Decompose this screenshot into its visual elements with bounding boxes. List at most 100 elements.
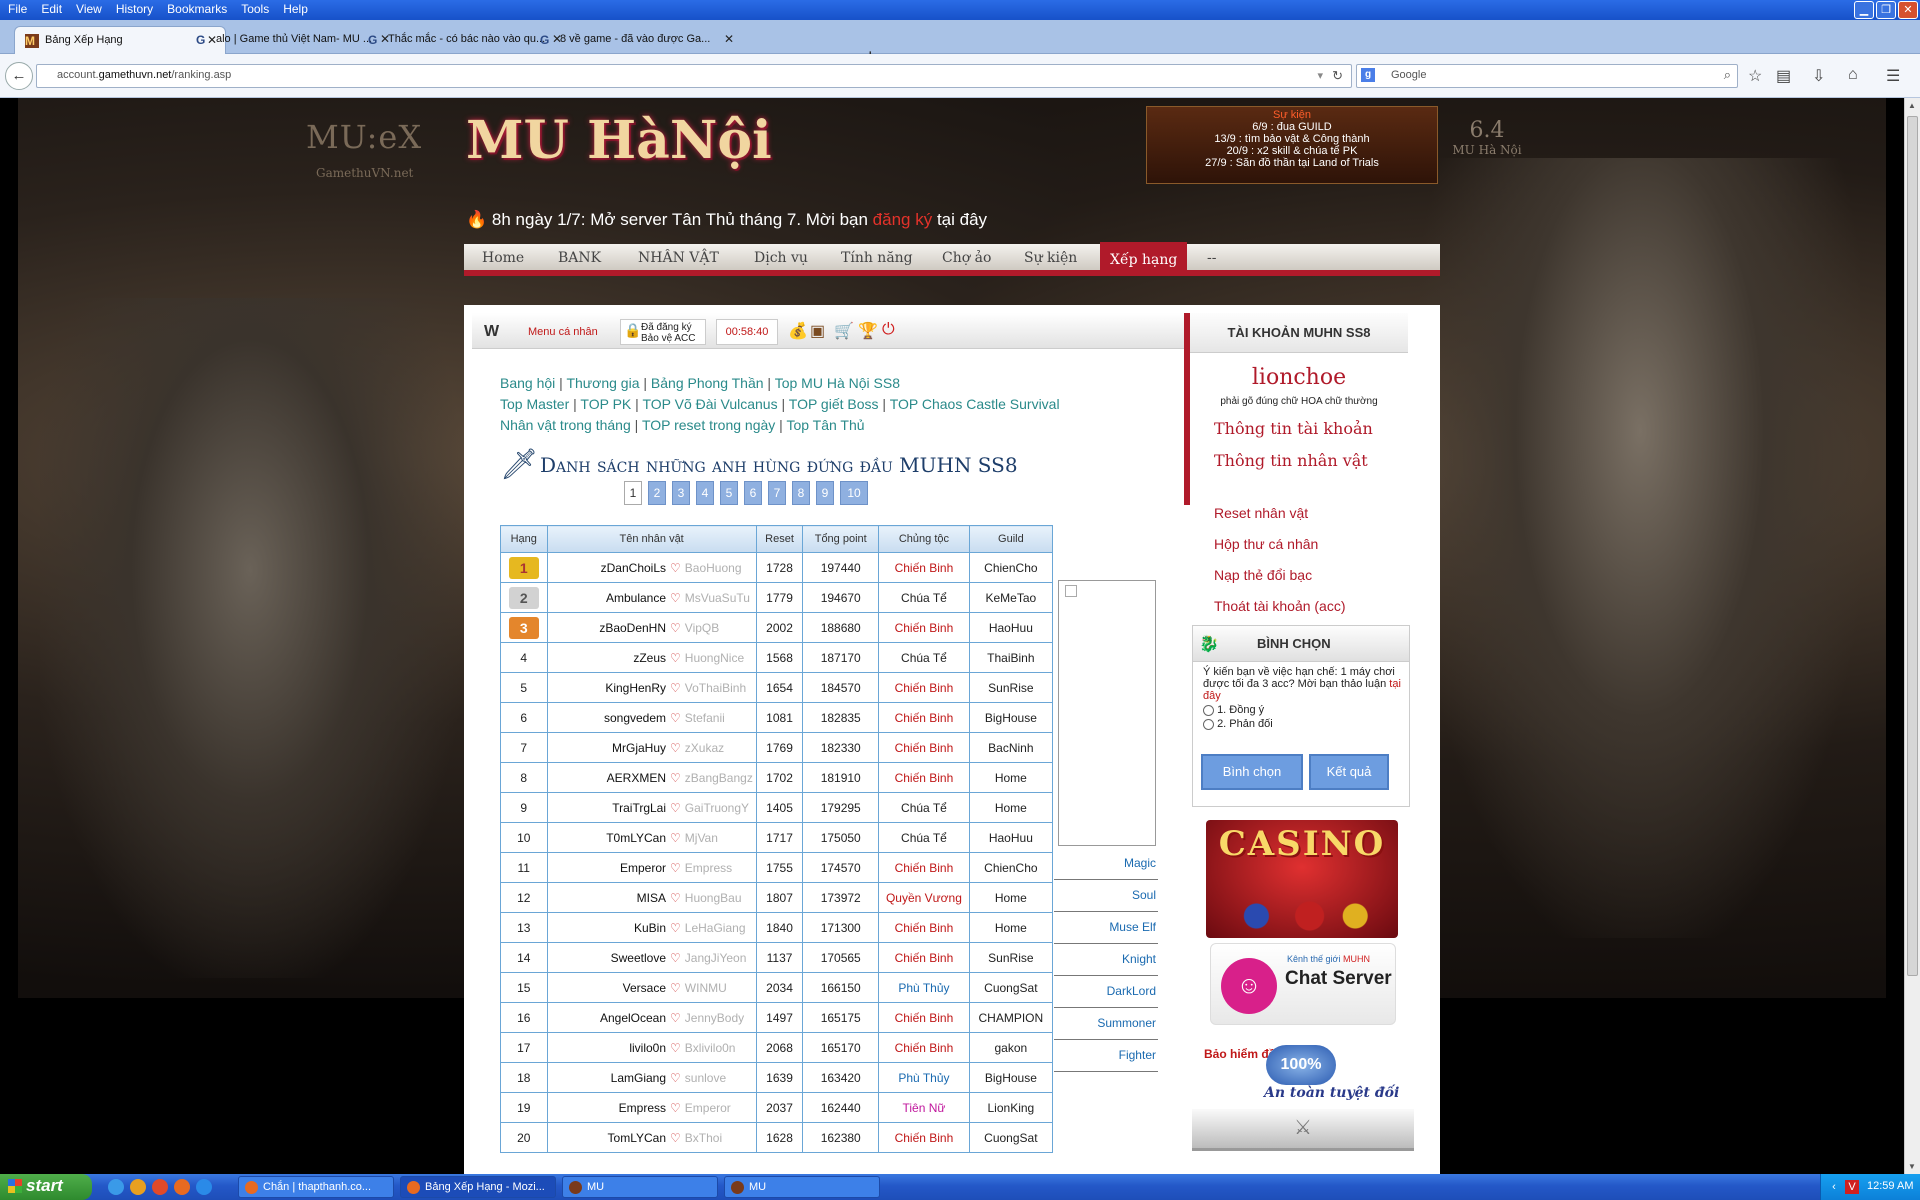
- close-window-icon[interactable]: ✕: [1898, 1, 1918, 19]
- link-top-pk[interactable]: TOP PK: [580, 396, 631, 412]
- site-logo[interactable]: MU HàNội: [466, 110, 772, 171]
- ie-quicklaunch-icon[interactable]: [108, 1179, 124, 1195]
- scroll-down-icon[interactable]: ▼: [1908, 1162, 1916, 1171]
- nav-dich-vu[interactable]: Dịch vụ: [754, 250, 808, 266]
- nav-home[interactable]: Home: [482, 250, 524, 266]
- bookmark-star-icon[interactable]: ☆: [1748, 66, 1762, 86]
- nav-xep-hang[interactable]: Xếp hạng: [1100, 242, 1188, 276]
- character-name[interactable]: LamGiang: [611, 1071, 666, 1085]
- menu-history[interactable]: History: [109, 0, 160, 16]
- page-3[interactable]: 3: [672, 481, 690, 505]
- partner-name[interactable]: zBangBangz: [685, 771, 753, 785]
- character-name[interactable]: Ambulance: [606, 591, 666, 605]
- page-2[interactable]: 2: [648, 481, 666, 505]
- link-top-tan-thu[interactable]: Top Tân Thủ: [786, 417, 864, 433]
- link-account-info[interactable]: Thông tin tài khoản: [1214, 419, 1373, 438]
- download-icon[interactable]: ⇩: [1812, 66, 1825, 86]
- link-top-reset-ngay[interactable]: TOP reset trong ngày: [642, 417, 775, 433]
- nav-nhan-vat[interactable]: NHÂN VẬT: [638, 250, 719, 266]
- link-top-vo-dai[interactable]: TOP Võ Đài Vulcanus: [642, 396, 777, 412]
- nav-bank[interactable]: BANK: [558, 250, 601, 266]
- google-engine-icon[interactable]: g: [1361, 68, 1375, 82]
- nav-cho-ao[interactable]: Chợ ảo: [942, 250, 991, 266]
- page-5[interactable]: 5: [720, 481, 738, 505]
- character-name[interactable]: TraiTrgLai: [612, 801, 666, 815]
- menu-bookmarks[interactable]: Bookmarks: [160, 0, 234, 16]
- partner-name[interactable]: MsVuaSuTu: [685, 591, 753, 605]
- link-character-info[interactable]: Thông tin nhân vật: [1214, 451, 1368, 470]
- partner-name[interactable]: HuongBau: [685, 891, 753, 905]
- class-summoner[interactable]: Summoner: [1054, 1008, 1158, 1040]
- partner-name[interactable]: LeHaGiang: [685, 921, 753, 935]
- partner-name[interactable]: JennyBody: [685, 1011, 753, 1025]
- partner-name[interactable]: zXukaz: [685, 741, 753, 755]
- tray-expand-icon[interactable]: ‹: [1827, 1180, 1841, 1194]
- nav-more[interactable]: --: [1207, 250, 1216, 266]
- personal-menu-link[interactable]: Menu cá nhân: [528, 326, 598, 338]
- partner-name[interactable]: WINMU: [685, 981, 753, 995]
- character-name[interactable]: TomLYCan: [608, 1131, 666, 1145]
- menu-view[interactable]: View: [69, 0, 109, 16]
- link-top-mu-ha-noi[interactable]: Top MU Hà Nội SS8: [775, 375, 900, 391]
- page-4[interactable]: 4: [696, 481, 714, 505]
- link-top-chaos-castle[interactable]: TOP Chaos Castle Survival: [890, 396, 1060, 412]
- poll-option-agree[interactable]: 1. Đồng ý: [1193, 702, 1409, 716]
- link-bang-hoi[interactable]: Bang hội: [500, 375, 555, 391]
- mu-ex-logo[interactable]: MU:eX: [306, 118, 422, 156]
- reload-icon[interactable]: ↻: [1332, 68, 1343, 84]
- nav-su-kien[interactable]: Sự kiện: [1024, 250, 1077, 266]
- tab-close-icon[interactable]: ✕: [724, 32, 734, 46]
- scroll-thumb[interactable]: [1907, 116, 1918, 976]
- menu-file[interactable]: File: [0, 0, 34, 16]
- partner-name[interactable]: VipQB: [685, 621, 753, 635]
- link-reset-character[interactable]: Reset nhân vật: [1214, 505, 1308, 521]
- page-8[interactable]: 8: [792, 481, 810, 505]
- character-name[interactable]: T0mLYCan: [606, 831, 666, 845]
- minimize-icon[interactable]: ▁: [1854, 1, 1874, 19]
- link-topup[interactable]: Nạp thẻ đổi bạc: [1214, 567, 1312, 583]
- page-1[interactable]: 1: [624, 481, 642, 505]
- scroll-up-icon[interactable]: ▲: [1908, 101, 1916, 110]
- character-name[interactable]: MrGjaHuy: [612, 741, 666, 755]
- class-magic[interactable]: Magic: [1054, 848, 1158, 880]
- character-name[interactable]: KuBin: [634, 921, 666, 935]
- link-top-master[interactable]: Top Master: [500, 396, 569, 412]
- character-name[interactable]: KingHenRy: [605, 681, 666, 695]
- radio-disagree[interactable]: [1203, 718, 1214, 730]
- start-button[interactable]: start: [0, 1174, 92, 1200]
- money-bag-icon[interactable]: 💰: [788, 321, 808, 341]
- partner-name[interactable]: MjVan: [685, 831, 753, 845]
- partner-name[interactable]: sunlove: [685, 1071, 753, 1085]
- url-dropdown-icon[interactable]: ▾: [1317, 69, 1323, 82]
- class-fighter[interactable]: Fighter: [1054, 1040, 1158, 1072]
- search-bar[interactable]: g Google ⌕: [1356, 64, 1738, 88]
- partner-name[interactable]: JangJiYeon: [685, 951, 753, 965]
- partner-name[interactable]: Empress: [685, 861, 753, 875]
- partner-name[interactable]: Bxlivilo0n: [685, 1041, 753, 1055]
- page-9[interactable]: 9: [816, 481, 834, 505]
- class-darklord[interactable]: DarkLord: [1054, 976, 1158, 1008]
- partner-name[interactable]: HuongNice: [685, 651, 753, 665]
- character-name[interactable]: livilo0n: [629, 1041, 666, 1055]
- link-top-giet-boss[interactable]: TOP giết Boss: [789, 396, 879, 412]
- casino-ad[interactable]: CASINO: [1206, 820, 1398, 938]
- character-name[interactable]: songvedem: [604, 711, 666, 725]
- event-banner[interactable]: Sự kiện 6/9 : đua GUILD 13/9 : tìm bảo v…: [1146, 106, 1438, 184]
- page-6[interactable]: 6: [744, 481, 762, 505]
- character-name[interactable]: Versace: [623, 981, 666, 995]
- character-name[interactable]: Emperor: [620, 861, 666, 875]
- search-icon[interactable]: ⌕: [1724, 67, 1731, 83]
- character-name[interactable]: zBaoDenHN: [599, 621, 666, 635]
- taskbar-item-firefox-1[interactable]: Chắn | thapthanh.co...: [238, 1176, 394, 1198]
- taskbar-item-mu-2[interactable]: MU: [724, 1176, 880, 1198]
- class-muse-elf[interactable]: Muse Elf: [1054, 912, 1158, 944]
- address-bar[interactable]: account.gamethuvn.net/ranking.asp ▾ ↻: [36, 64, 1352, 88]
- firefox-quicklaunch-icon[interactable]: [174, 1179, 190, 1195]
- partner-name[interactable]: VoThaiBinh: [685, 681, 753, 695]
- class-knight[interactable]: Knight: [1054, 944, 1158, 976]
- character-name[interactable]: AngelOcean: [600, 1011, 666, 1025]
- chat-server-ad[interactable]: ☺ Kênh thế giới MUHN Chat Server: [1210, 943, 1396, 1025]
- trophy-icon[interactable]: 🏆: [858, 321, 878, 341]
- menu-help[interactable]: Help: [276, 0, 315, 16]
- character-name[interactable]: MISA: [637, 891, 666, 905]
